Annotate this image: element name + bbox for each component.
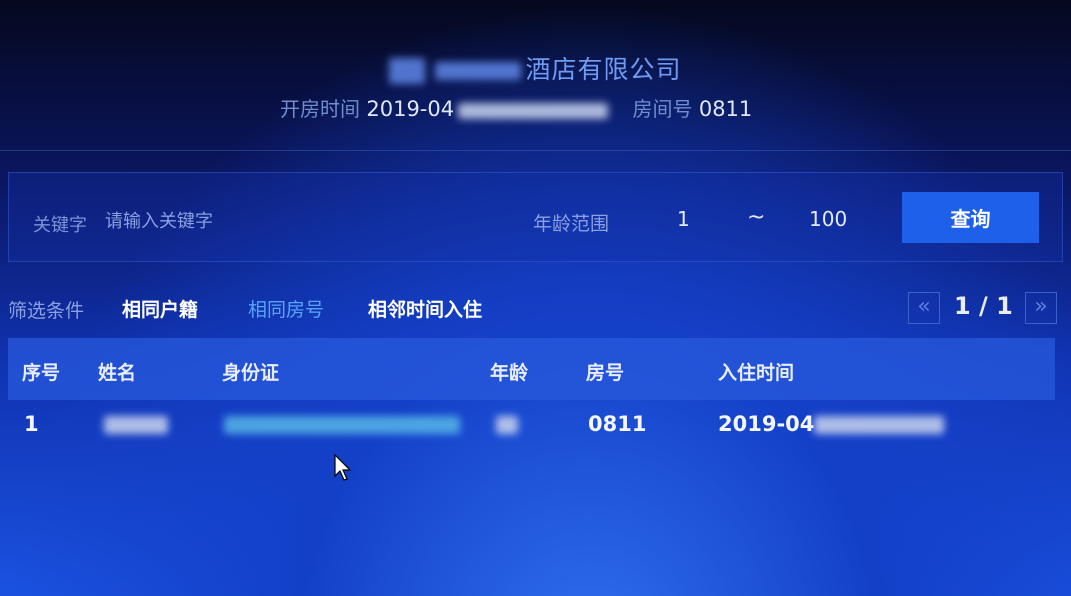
- mouse-cursor-icon: [334, 453, 352, 482]
- blurred-logo: [389, 58, 426, 84]
- col-index: 序号: [22, 362, 61, 384]
- filter-label: 筛选条件: [8, 300, 85, 322]
- col-name: 姓名: [98, 362, 137, 384]
- filter-same-household[interactable]: 相同户籍: [122, 295, 198, 322]
- col-checkin-time: 入住时间: [718, 362, 795, 384]
- pager-next-button[interactable]: »: [1025, 292, 1057, 324]
- keyword-input[interactable]: [105, 205, 485, 237]
- col-room: 房号: [586, 362, 625, 384]
- blurred-checkin-time: [458, 102, 609, 119]
- query-button[interactable]: 查询: [902, 192, 1039, 243]
- company-suffix: 酒店有限公司: [525, 55, 682, 84]
- age-max-input[interactable]: 100: [809, 207, 847, 231]
- page-header: 酒店有限公司 开房时间 2019-04 房间号 0811: [0, 0, 1071, 150]
- col-age: 年龄: [490, 362, 529, 384]
- blurred-checkin-time-detail: [814, 416, 944, 434]
- search-panel: 关键字 年龄范围 1 ~ 100 查询: [8, 172, 1063, 262]
- age-range-separator: ~: [747, 205, 766, 230]
- header-divider: [0, 150, 1071, 151]
- blurred-name: [104, 416, 168, 434]
- blurred-company-prefix: [435, 62, 522, 80]
- filter-same-room[interactable]: 相同房号: [248, 295, 324, 322]
- checkin-time-value: 2019-04: [366, 97, 455, 121]
- company-name: 酒店有限公司: [0, 50, 1071, 86]
- blurred-age: [496, 416, 518, 434]
- pager-page-indicator: 1 / 1: [954, 292, 1013, 320]
- checkin-time-label: 开房时间: [280, 97, 360, 121]
- filter-adjacent-checkin[interactable]: 相邻时间入住: [368, 295, 482, 322]
- age-min-input[interactable]: 1: [677, 207, 690, 231]
- age-range-label: 年龄范围: [533, 213, 610, 235]
- keyword-label: 关键字: [33, 215, 87, 236]
- pager-prev-button[interactable]: «: [908, 292, 940, 324]
- cell-index: 1: [24, 412, 39, 436]
- col-id-card: 身份证: [222, 362, 280, 384]
- table-row[interactable]: 1 0811 2019-04: [8, 400, 1055, 452]
- blurred-id-card: [224, 416, 460, 434]
- filter-bar: 筛选条件 相同户籍 相同房号 相邻时间入住 « 1 / 1 »: [0, 290, 1071, 326]
- checkin-info: 开房时间 2019-04 房间号 0811: [280, 93, 752, 122]
- room-number-value: 0811: [698, 97, 753, 121]
- cell-room: 0811: [588, 412, 647, 436]
- table-header: 序号 姓名 身份证 年龄 房号 入住时间: [8, 338, 1055, 400]
- room-number-label: 房间号: [632, 97, 693, 121]
- cell-checkin-time: 2019-04: [718, 412, 815, 436]
